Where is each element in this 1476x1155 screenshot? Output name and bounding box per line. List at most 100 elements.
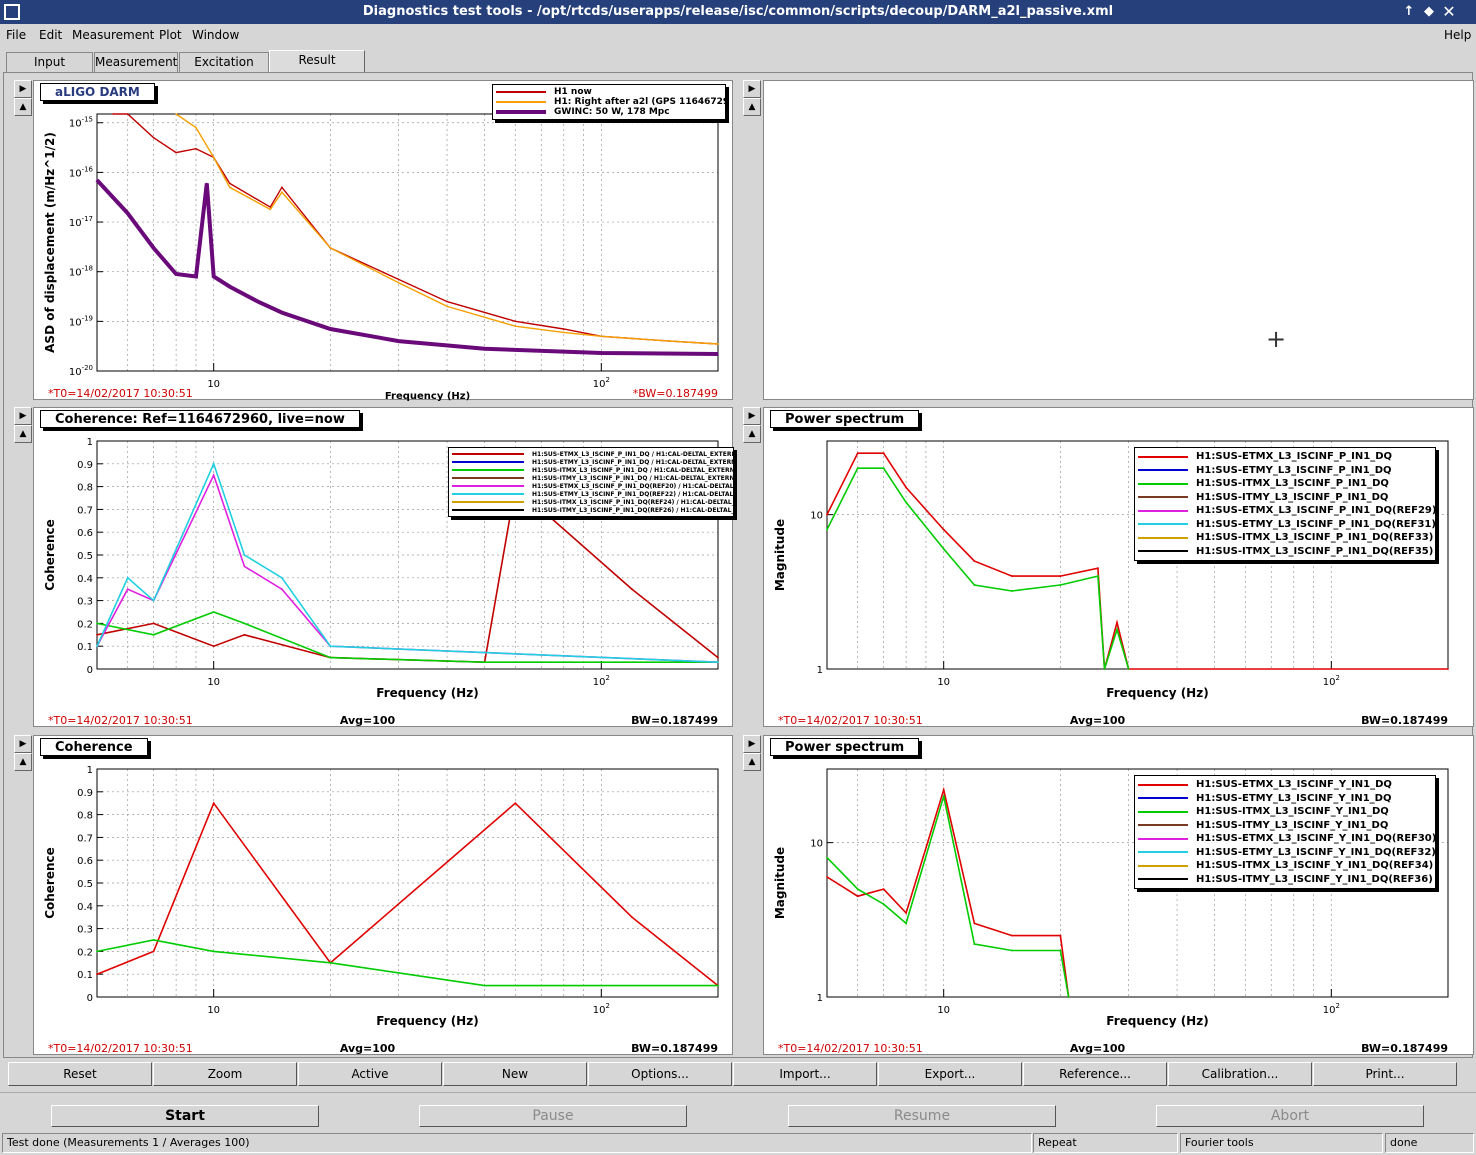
data-point — [1011, 575, 1013, 577]
legend-label: H1:SUS-ITMX_L3_ISCINF_P_IN1_DQ(REF33) — [1196, 532, 1434, 544]
data-point — [973, 584, 976, 586]
reset-button[interactable]: Reset — [8, 1062, 152, 1086]
resume-button[interactable]: Resume — [788, 1105, 1056, 1127]
data-point — [212, 950, 215, 953]
tab-excitation[interactable]: Excitation — [179, 52, 269, 72]
data-point — [228, 182, 231, 185]
data-point — [152, 599, 155, 602]
y-tick-label: 10-18 — [69, 265, 93, 279]
legend-label: H1:SUS-ITMX_L3_ISCINF_P_IN1_DQ(REF35) — [1196, 545, 1434, 557]
data-point — [942, 528, 945, 531]
data-point — [1059, 949, 1062, 952]
minimize-icon[interactable]: ↑ — [1400, 3, 1418, 21]
coh-pitch-plot-pad[interactable]: 1 0.9 0.8 0.7 0.6 0.5 0.4 0.3 0.2 0.1 0 10 102 Freque… — [33, 407, 734, 727]
calibration-button[interactable]: Calibration... — [1168, 1062, 1312, 1086]
legend-swatch — [1138, 523, 1188, 526]
menu-file[interactable]: File — [6, 28, 26, 42]
pad-options-arrow-icon[interactable]: ▶ — [743, 80, 761, 98]
legend-label: H1: Right after a2l (GPS 1164672960) — [554, 97, 725, 107]
status-mode: Repeat — [1033, 1133, 1178, 1153]
plot-canvas[interactable]: 1 0.9 0.8 0.7 0.6 0.5 0.4 0.3 0.2 0.1 0 10 102 Freque… — [34, 736, 734, 1056]
y-tick-label: 0.4 — [77, 902, 93, 913]
pause-button[interactable]: Pause — [419, 1105, 687, 1127]
ps-pitch-plot-pad[interactable]: 10 1 10 102 Frequency (Hz) Magnitude *T0=14/02… — [763, 407, 1474, 727]
pad-collapse-arrow-icon[interactable]: ▲ — [14, 98, 32, 116]
legend-swatch — [1138, 878, 1188, 881]
plot-canvas[interactable]: 10-15 10-16 10-17 10-18 10-19 10-20 10 102 Frequ… — [34, 81, 734, 401]
y-tick-label: 0.3 — [77, 597, 93, 608]
y-axis-label: ASD of displacement (m/Hz^1/2) — [43, 132, 57, 353]
data-point — [1067, 996, 1070, 998]
pad-collapse-arrow-icon[interactable]: ▲ — [743, 98, 761, 116]
data-point — [96, 622, 98, 625]
coh-yaw-plot-pad[interactable]: 1 0.9 0.8 0.7 0.6 0.5 0.4 0.3 0.2 0.1 0 10 102 Freque… — [33, 735, 733, 1055]
data-point — [1011, 590, 1013, 592]
menu-plot[interactable]: Plot — [159, 28, 182, 42]
series-line — [826, 467, 1130, 670]
data-point — [446, 300, 448, 303]
maximize-icon[interactable]: ◆ — [1420, 3, 1438, 21]
import-button[interactable]: Import... — [733, 1062, 877, 1086]
pad-collapse-arrow-icon[interactable]: ▲ — [743, 425, 761, 443]
new-button[interactable]: New — [443, 1062, 587, 1086]
reference-button[interactable]: Reference... — [1023, 1062, 1167, 1086]
close-icon[interactable]: ✕ — [1440, 3, 1458, 21]
y-tick-label: 0.5 — [77, 879, 93, 890]
zoom-button[interactable]: Zoom — [153, 1062, 297, 1086]
options-button[interactable]: Options... — [588, 1062, 732, 1086]
legend-label: H1:SUS-ETMX_L3_ISCINF_P_IN1_DQ / H1:CAL-… — [532, 450, 734, 458]
tab-input[interactable]: Input — [6, 52, 93, 72]
darm-plot-pad[interactable]: 10-15 10-16 10-17 10-18 10-19 10-20 10 102 Frequ… — [33, 80, 734, 401]
plot-title: Coherence — [40, 738, 148, 756]
legend-swatch — [452, 477, 524, 479]
window-titlebar: Diagnostics test tools - /opt/rtcds/user… — [0, 0, 1476, 24]
ps-yaw-plot-pad[interactable]: 10 1 10 102 Frequency (Hz) Magnitude *T0=14/02… — [763, 735, 1474, 1055]
pad-options-arrow-icon[interactable]: ▶ — [743, 735, 761, 753]
y-tick-label: 1 — [87, 437, 93, 448]
data-point — [96, 633, 98, 636]
data-point — [281, 588, 283, 591]
pad-collapse-arrow-icon[interactable]: ▲ — [14, 425, 32, 443]
print-button[interactable]: Print... — [1313, 1062, 1457, 1086]
pad-options-arrow-icon[interactable]: ▶ — [14, 735, 32, 753]
menu-window[interactable]: Window — [192, 28, 239, 42]
legend-entry: H1:SUS-ITMX_L3_ISCINF_P_IN1_DQ(REF35) — [1138, 545, 1434, 559]
data-point — [243, 622, 246, 625]
data-point — [243, 633, 246, 636]
y-axis-label: Coherence — [43, 847, 57, 919]
start-button[interactable]: Start — [51, 1105, 319, 1127]
tab-measurement[interactable]: Measurement — [94, 52, 178, 72]
active-button[interactable]: Active — [298, 1062, 442, 1086]
data-point — [905, 486, 908, 489]
data-point — [826, 513, 828, 516]
menu-measurement[interactable]: Measurement — [72, 28, 154, 42]
export-button[interactable]: Export... — [878, 1062, 1022, 1086]
legend-swatch — [1138, 550, 1188, 553]
legend-label: H1:SUS-ITMY_L3_ISCINF_Y_IN1_DQ(REF36) — [1196, 873, 1433, 885]
legend-label: H1:SUS-ITMX_L3_ISCINF_P_IN1_DQ / H1:CAL-… — [532, 466, 734, 474]
data-point — [175, 113, 177, 115]
y-tick-label: 0.2 — [77, 619, 93, 630]
series-line — [96, 939, 718, 987]
data-point — [717, 661, 719, 664]
menu-edit[interactable]: Edit — [39, 28, 62, 42]
y-tick-label: 10 — [810, 511, 823, 522]
measurement-controls: Start Pause Resume Abort — [0, 1092, 1476, 1132]
menu-help[interactable]: Help — [1444, 28, 1471, 42]
pad-options-arrow-icon[interactable]: ▶ — [743, 407, 761, 425]
tab-result[interactable]: Result — [269, 50, 365, 72]
data-point — [126, 212, 129, 215]
pad-options-arrow-icon[interactable]: ▶ — [14, 407, 32, 425]
abort-button[interactable]: Abort — [1156, 1105, 1424, 1127]
legend-label: H1:SUS-ETMY_L3_ISCINF_Y_IN1_DQ(REF32) — [1196, 846, 1436, 858]
y-tick-label: 1 — [817, 665, 823, 676]
x-axis-label: Frequency (Hz) — [385, 391, 470, 401]
pad-options-arrow-icon[interactable]: ▶ — [14, 80, 32, 98]
start-time-label: *T0=14/02/2017 10:30:51 — [778, 714, 923, 727]
y-tick-label: 0.9 — [77, 460, 93, 471]
pad-collapse-arrow-icon[interactable]: ▲ — [14, 753, 32, 771]
data-point — [206, 182, 208, 185]
empty-plot-pad[interactable]: + — [763, 80, 1474, 400]
plot-frame — [96, 113, 719, 372]
pad-collapse-arrow-icon[interactable]: ▲ — [743, 753, 761, 771]
